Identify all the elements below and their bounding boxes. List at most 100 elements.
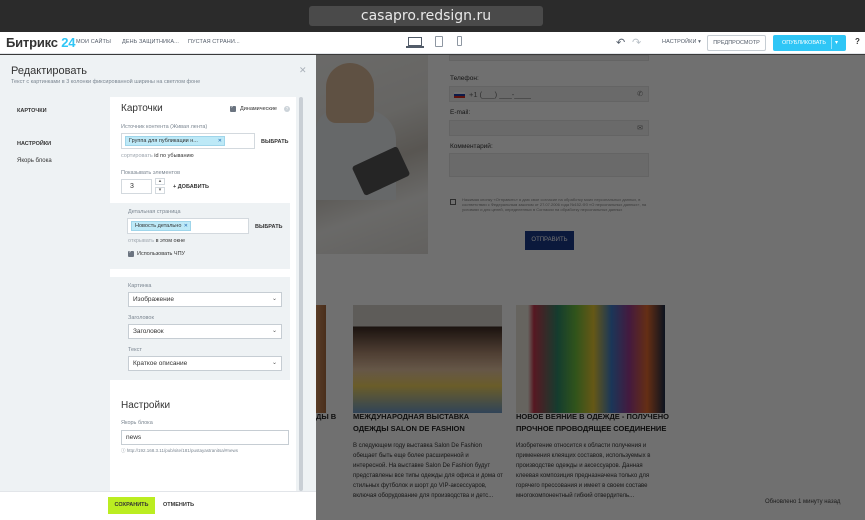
nav-page[interactable]: ПУСТАЯ СТРАНИ... <box>188 39 240 45</box>
help-icon[interactable]: ? <box>855 37 860 46</box>
source-label: Источник контента (Живая лента) <box>121 124 208 130</box>
phone-field[interactable]: +1 (___) ___-____ ✆ <box>449 86 649 102</box>
picture-label: Картинка <box>128 283 152 289</box>
detail-choose-button[interactable]: ВЫБРАТЬ <box>255 224 283 230</box>
panel-sidebar: КАРТОЧКИ НАСТРОЙКИ Якорь блока <box>0 97 110 491</box>
detail-tag-label: Новость детально <box>135 223 182 229</box>
dynamic-label: Динамические <box>240 106 277 112</box>
use-cpu-label: Использовать ЧПУ <box>137 251 186 257</box>
show-count-label: Показывать элементов <box>121 170 180 176</box>
anchor-url-hint: ⓘ http://192.168.3.11/pub/site/181/pusta… <box>121 448 239 453</box>
flag-icon <box>454 92 465 98</box>
publish-label: ОПУБЛИКОВАТЬ <box>782 40 827 46</box>
cancel-button[interactable]: ОТМЕНИТЬ <box>163 497 194 514</box>
logo-number: 24 <box>61 35 76 50</box>
open-value[interactable]: в этом окне <box>156 238 186 244</box>
panel-subtitle: Текст с картинками в 3 колонки фиксирова… <box>11 79 201 85</box>
source-field[interactable]: Группа для публикации н... ✕ <box>121 133 255 149</box>
last-updated-status: Обновлено 1 минуту назад <box>765 499 841 505</box>
mobile-view-icon[interactable] <box>457 36 462 46</box>
anchor-label: Якорь блока <box>121 420 153 426</box>
card-image-3 <box>516 305 665 413</box>
source-tag: Группа для публикации н... ✕ <box>125 136 225 146</box>
text-select[interactable]: Краткое описание ⌄ <box>128 356 282 371</box>
text-select-value: Краткое описание <box>133 360 188 367</box>
anchor-input[interactable]: news <box>121 430 289 445</box>
picture-select-value: Изображение <box>133 296 174 303</box>
bitrix-logo[interactable]: Битрикс 24 <box>6 35 75 50</box>
email-field[interactable]: ✉ <box>449 120 649 136</box>
sort-order[interactable]: по убыванию <box>160 153 194 159</box>
phone-placeholder: +1 (___) ___-____ <box>469 90 531 99</box>
card-text-2: В следующем году выставка Salon De Fashi… <box>353 443 503 499</box>
redo-icon[interactable]: ↷ <box>632 36 641 49</box>
scrollbar-thumb[interactable] <box>299 97 303 491</box>
detail-page-field[interactable]: Новость детально ✕ <box>127 218 249 234</box>
heading-select-value: Заголовок <box>133 328 164 335</box>
save-button[interactable]: СОХРАНИТЬ <box>108 497 155 514</box>
detail-page-block: Детальная страница Новость детально ✕ ВЫ… <box>110 203 290 269</box>
form-field-top[interactable] <box>449 55 649 61</box>
use-cpu-checkbox[interactable] <box>128 249 134 257</box>
sort-field[interactable]: id <box>154 153 158 159</box>
chevron-down-icon: ⌄ <box>271 328 277 334</box>
panel-title: Редактировать <box>11 65 87 77</box>
tablet-view-icon[interactable] <box>435 36 443 47</box>
chevron-down-icon: ⌄ <box>271 296 277 302</box>
edit-panel: Редактировать Текст с картинками в 3 кол… <box>0 55 316 520</box>
remove-tag-icon[interactable]: ✕ <box>218 137 222 146</box>
sidebar-item-anchor[interactable]: Якорь блока <box>17 158 52 164</box>
desktop-view-icon[interactable] <box>406 37 424 48</box>
card-image-2 <box>353 305 502 413</box>
top-toolbar: Битрикс 24 МОИ САЙТЫ ДЕНЬ ЗАЩИТНИКА... П… <box>0 32 865 54</box>
anchor-url: http://192.168.3.11/pub/site/181/pustaya… <box>126 448 239 453</box>
show-count-input[interactable]: 3 <box>121 179 152 194</box>
close-icon[interactable]: ✕ <box>299 65 307 76</box>
consent-checkbox[interactable] <box>450 199 456 205</box>
undo-icon[interactable]: ↶ <box>616 36 625 49</box>
mail-icon: ✉ <box>637 125 643 132</box>
help-icon[interactable]: ? <box>284 106 290 112</box>
panel-content: Карточки Динамические ? Источник контент… <box>110 97 296 491</box>
remove-tag-icon[interactable]: ✕ <box>184 222 188 231</box>
sidebar-item-cards[interactable]: КАРТОЧКИ <box>17 108 47 114</box>
panel-scrollbar[interactable] <box>296 97 306 491</box>
decrement-button[interactable]: ▾ <box>155 187 165 194</box>
settings-label: НАСТРОЙКИ <box>662 39 697 45</box>
site-preview: Телефон: +1 (___) ___-____ ✆ E-mail: ✉ К… <box>316 55 865 520</box>
add-button[interactable]: + ДОБАВИТЬ <box>173 184 209 190</box>
cards-section-title: Карточки <box>121 103 163 114</box>
sort-hint[interactable]: сортировать id по убыванию <box>121 153 194 159</box>
card-title-3: НОВОЕ ВЕЯНИЕ В ОДЕЖДЕ - ПОЛУЧЕНО ПРОЧНОЕ… <box>516 412 669 433</box>
sidebar-item-settings[interactable]: НАСТРОЙКИ <box>17 141 51 147</box>
preview-button[interactable]: ПРЕДПРОСМОТР <box>707 35 766 51</box>
publish-divider <box>831 37 832 49</box>
nav-my-sites[interactable]: МОИ САЙТЫ <box>76 39 111 45</box>
publish-button[interactable]: ОПУБЛИКОВАТЬ ▾ <box>773 35 846 51</box>
card-text-3: Изобретение относится к области получени… <box>516 443 651 499</box>
add-button-label: ДОБАВИТЬ <box>177 184 209 190</box>
detail-page-label: Детальная страница <box>128 209 181 215</box>
open-hint[interactable]: открывать в этом окне <box>128 238 185 244</box>
send-button[interactable]: ОТПРАВИТЬ <box>525 231 574 250</box>
comment-label: Комментарий: <box>450 143 493 150</box>
chevron-down-icon: ⌄ <box>271 360 277 366</box>
chevron-down-icon[interactable]: ▾ <box>835 35 838 51</box>
nav-site[interactable]: ДЕНЬ ЗАЩИТНИКА... <box>122 39 179 45</box>
email-label: E-mail: <box>450 109 471 116</box>
increment-button[interactable]: ▴ <box>155 178 165 185</box>
browser-bar: casapro.redsign.ru <box>0 0 865 32</box>
source-choose-button[interactable]: ВЫБРАТЬ <box>261 139 289 145</box>
dynamic-checkbox[interactable] <box>230 104 236 112</box>
hero-image <box>316 55 428 254</box>
sort-hint-muted: сортировать <box>121 153 153 159</box>
settings-menu[interactable]: НАСТРОЙКИ ▾ <box>662 39 701 45</box>
heading-label: Заголовок <box>128 315 154 321</box>
card-image-1 <box>316 305 326 413</box>
text-label: Текст <box>128 347 142 353</box>
comment-field[interactable] <box>449 153 649 177</box>
settings-section-title: Настройки <box>121 400 171 411</box>
url-bar[interactable]: casapro.redsign.ru <box>309 6 543 26</box>
heading-select[interactable]: Заголовок ⌄ <box>128 324 282 339</box>
picture-select[interactable]: Изображение ⌄ <box>128 292 282 307</box>
